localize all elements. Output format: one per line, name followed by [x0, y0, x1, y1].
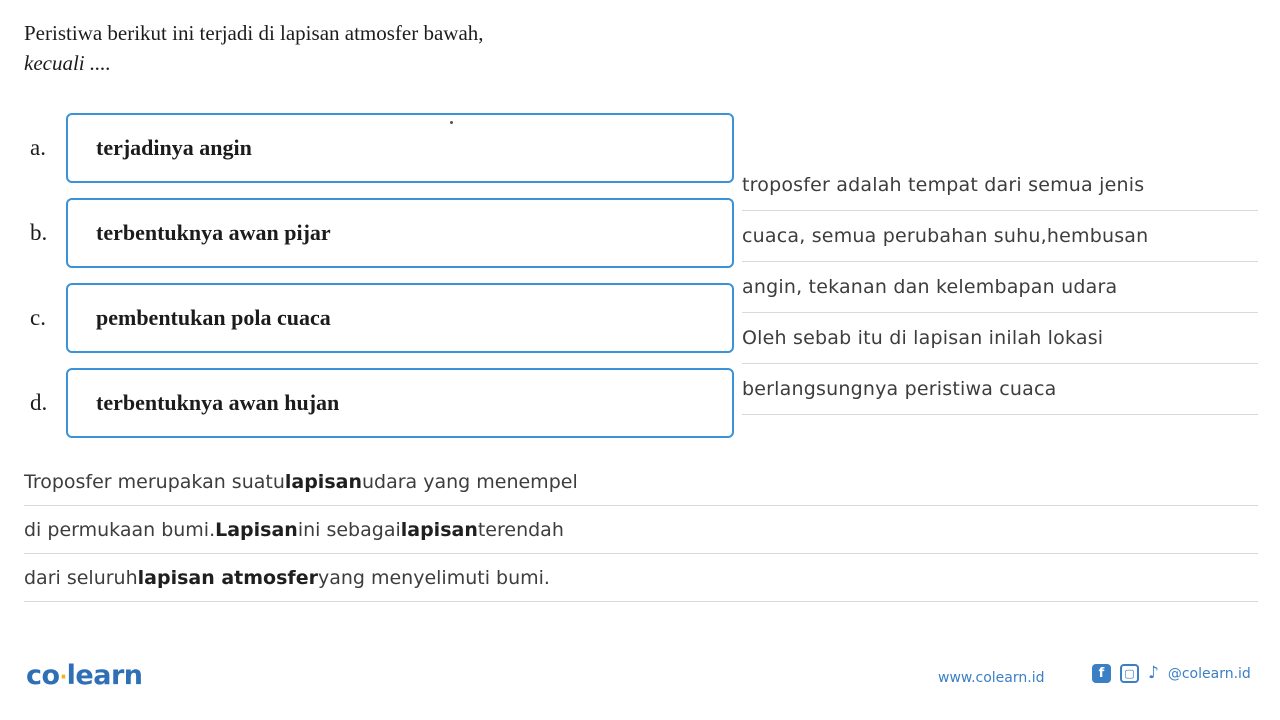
page-footer: co·learn www.colearn.id f ▢ ♪ @colearn.i…: [0, 638, 1280, 720]
option-row-c[interactable]: c. pembentukan pola cuaca: [24, 282, 734, 354]
question-prompt: Peristiwa berikut ini terjadi di lapisan…: [24, 18, 924, 79]
option-box-a[interactable]: terjadinya angin: [66, 113, 734, 183]
instagram-icon[interactable]: ▢: [1120, 664, 1139, 683]
question-line-1: Peristiwa berikut ini terjadi di lapisan…: [24, 21, 484, 45]
right-note-line: berlangsungnya peristiwa cuaca: [742, 364, 1258, 415]
bottom-notes: Troposfer merupakan suatu lapisan udara …: [24, 458, 1258, 602]
option-text-d: terbentuknya awan hujan: [96, 390, 340, 415]
stray-dot-mark: [450, 121, 453, 124]
option-row-d[interactable]: d. terbentuknya awan hujan: [24, 367, 734, 439]
option-row-b[interactable]: b. terbentuknya awan pijar: [24, 197, 734, 269]
facebook-icon[interactable]: f: [1092, 664, 1111, 683]
bottom-note-line: di permukaan bumi. Lapisan ini sebagai l…: [24, 506, 1258, 554]
right-note-line: Oleh sebab itu di lapisan inilah lokasi: [742, 313, 1258, 364]
option-letter-a: a.: [30, 135, 46, 160]
bottom-note-line: Troposfer merupakan suatu lapisan udara …: [24, 458, 1258, 506]
bottom-note-line: dari seluruh lapisan atmosfer yang menye…: [24, 554, 1258, 602]
option-letter-c: c.: [30, 305, 46, 330]
option-row-a[interactable]: a. terjadinya angin: [24, 112, 734, 184]
logo-text-second: learn: [66, 660, 143, 691]
option-box-c[interactable]: pembentukan pola cuaca: [66, 283, 734, 353]
answer-options: a. terjadinya angin b. terbentuknya awan…: [24, 112, 734, 452]
colearn-logo: co·learn: [26, 660, 143, 691]
option-box-d[interactable]: terbentuknya awan hujan: [66, 368, 734, 438]
logo-text-first: co: [26, 660, 60, 691]
website-url[interactable]: www.colearn.id: [938, 670, 1044, 686]
option-letter-d: d.: [30, 390, 48, 415]
option-text-b: terbentuknya awan pijar: [96, 220, 331, 245]
right-notes: troposfer adalah tempat dari semua jenis…: [742, 160, 1258, 415]
right-note-line: angin, tekanan dan kelembapan udara: [742, 262, 1258, 313]
right-note-line: cuaca, semua perubahan suhu,hembusan: [742, 211, 1258, 262]
question-line-2: kecuali ....: [24, 51, 111, 76]
logo-dot: ·: [59, 664, 68, 689]
tiktok-icon[interactable]: ♪: [1148, 665, 1159, 682]
option-text-a: terjadinya angin: [96, 135, 252, 160]
option-letter-b: b.: [30, 220, 48, 245]
option-text-c: pembentukan pola cuaca: [96, 305, 331, 330]
right-note-line: troposfer adalah tempat dari semua jenis: [742, 160, 1258, 211]
social-handle: @colearn.id: [1167, 665, 1251, 682]
option-box-b[interactable]: terbentuknya awan pijar: [66, 198, 734, 268]
social-links: f ▢ ♪ @colearn.id: [1092, 664, 1251, 683]
